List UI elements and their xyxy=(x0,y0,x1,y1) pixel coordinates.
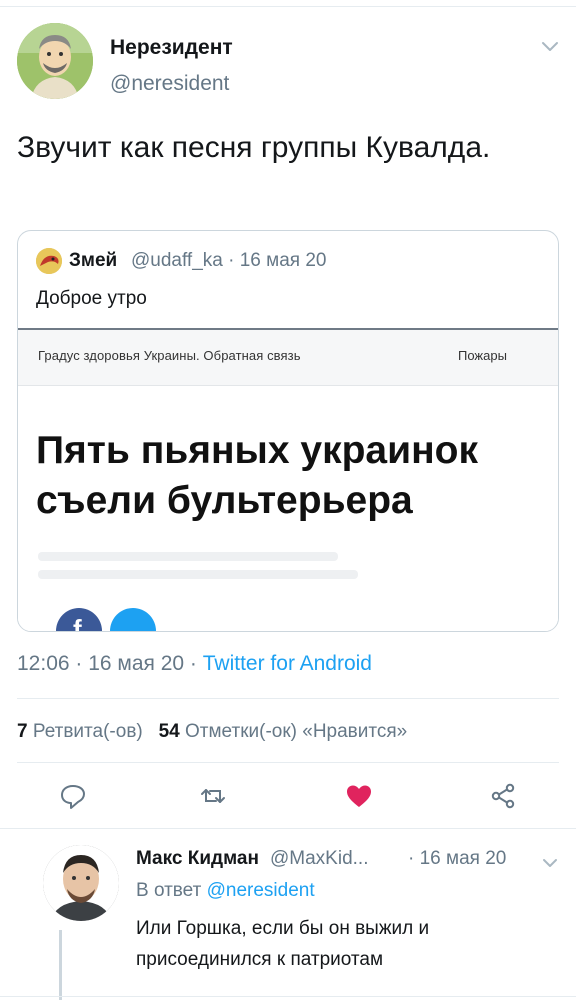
image-blurred-line xyxy=(38,570,358,579)
reply-author-avatar[interactable] xyxy=(43,845,119,921)
quoted-author-handle: @udaff_ka · 16 мая 20 xyxy=(131,250,327,271)
top-divider xyxy=(0,6,576,7)
reply-text: Или Горшка, если бы он выжил и присоедин… xyxy=(136,918,430,970)
heart-icon[interactable] xyxy=(344,781,374,811)
retweet-icon[interactable] xyxy=(198,781,228,811)
author-handle[interactable]: @neresident xyxy=(110,72,229,96)
thread-line xyxy=(59,930,62,1000)
divider xyxy=(17,762,559,763)
divider xyxy=(0,996,576,997)
image-nav-right: Пожары xyxy=(458,348,507,363)
facebook-icon: f xyxy=(56,608,102,631)
divider xyxy=(17,698,559,699)
quoted-author-avatar xyxy=(36,248,62,274)
quoted-tweet-text: Доброе утро xyxy=(36,288,147,309)
likes-count[interactable]: 54 xyxy=(159,721,180,742)
divider xyxy=(0,828,576,829)
reply-to-prefix: В ответ xyxy=(136,880,207,901)
image-headline: Пять пьяных украинок съели бультерьера xyxy=(36,429,478,522)
reply-date[interactable]: · 16 мая 20 xyxy=(408,848,506,870)
quoted-tweet-image[interactable]: Градус здоровья Украины. Обратная связь … xyxy=(18,328,558,631)
retweets-label[interactable]: Ретвита(-ов) xyxy=(33,721,143,742)
image-nav-left: Градус здоровья Украины. Обратная связь xyxy=(38,348,301,363)
chevron-down-icon[interactable] xyxy=(540,40,560,54)
image-nav-bar: Градус здоровья Украины. Обратная связь … xyxy=(18,330,558,386)
reply-icon[interactable] xyxy=(58,781,88,811)
author-name[interactable]: Нерезидент xyxy=(110,36,233,60)
tweet-stats: 7 Ретвита(-ов) 54 Отметки(-ок) «Нравится… xyxy=(17,721,407,743)
retweets-count[interactable]: 7 xyxy=(17,721,28,742)
reply-to-line: В ответ @neresident xyxy=(136,880,315,902)
tweet-meta: 12:06 · 16 мая 20 · Twitter for Android xyxy=(17,652,372,676)
share-icon[interactable] xyxy=(488,781,518,811)
author-avatar[interactable] xyxy=(17,23,93,99)
chevron-down-icon[interactable] xyxy=(542,858,558,870)
tweet-timestamp: 12:06 · 16 мая 20 · xyxy=(17,652,203,675)
twitter-bird-icon xyxy=(110,608,156,631)
reply-to-handle[interactable]: @neresident xyxy=(207,880,315,901)
quoted-tweet[interactable]: Змей @udaff_ka · 16 мая 20 Доброе утро Г… xyxy=(17,230,559,632)
likes-label[interactable]: Отметки(-ок) «Нравится» xyxy=(185,721,407,742)
quoted-author-name: Змей xyxy=(69,250,118,271)
tweet-source-link[interactable]: Twitter for Android xyxy=(203,652,372,675)
reply-author-name[interactable]: Макс Кидман xyxy=(136,848,259,870)
reply-author-handle[interactable]: @MaxKid... xyxy=(270,848,368,870)
tweet-text: Звучит как песня группы Кувалда. xyxy=(17,131,491,164)
image-blurred-line xyxy=(38,552,338,561)
